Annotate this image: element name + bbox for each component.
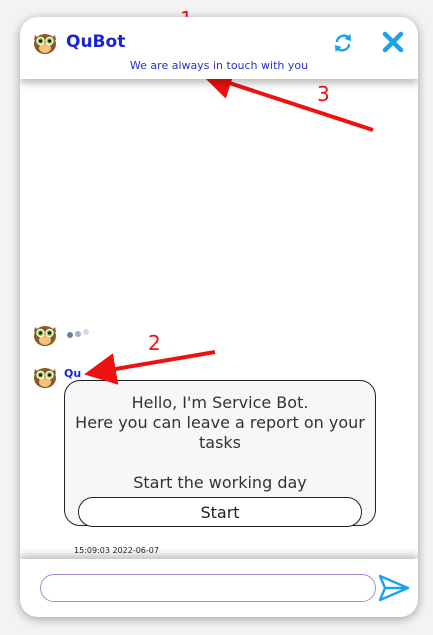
message-list[interactable]: Qu Hello, I'm Service Bot. Here you can … (20, 79, 418, 559)
message-line: Here you can leave a report on your (75, 413, 365, 432)
bot-title: QuBot (66, 32, 126, 52)
owl-icon (34, 326, 56, 346)
message-bubble: Hello, I'm Service Bot. Here you can lea… (64, 380, 376, 527)
owl-icon (34, 34, 56, 54)
message-timestamp: 15:09:03 2022-06-07 (74, 546, 159, 555)
message-line: tasks (198, 433, 241, 452)
send-icon[interactable] (377, 573, 411, 603)
chat-widget: QuBot We are always in touch with you Qu… (20, 17, 418, 617)
message-line: Start the working day (133, 473, 307, 492)
annotation-label: 2 (148, 331, 161, 355)
refresh-icon[interactable] (333, 32, 353, 54)
sender-name: Qu (64, 367, 82, 380)
chat-header: QuBot We are always in touch with you (20, 17, 418, 79)
message-input[interactable] (40, 574, 376, 602)
annotation-label: 3 (317, 82, 330, 106)
owl-icon (34, 368, 56, 388)
close-icon[interactable] (381, 30, 405, 54)
subtitle: We are always in touch with you (129, 59, 309, 72)
input-bar (20, 559, 418, 617)
message-line: Hello, I'm Service Bot. (131, 393, 309, 412)
start-button[interactable]: Start (78, 497, 362, 527)
